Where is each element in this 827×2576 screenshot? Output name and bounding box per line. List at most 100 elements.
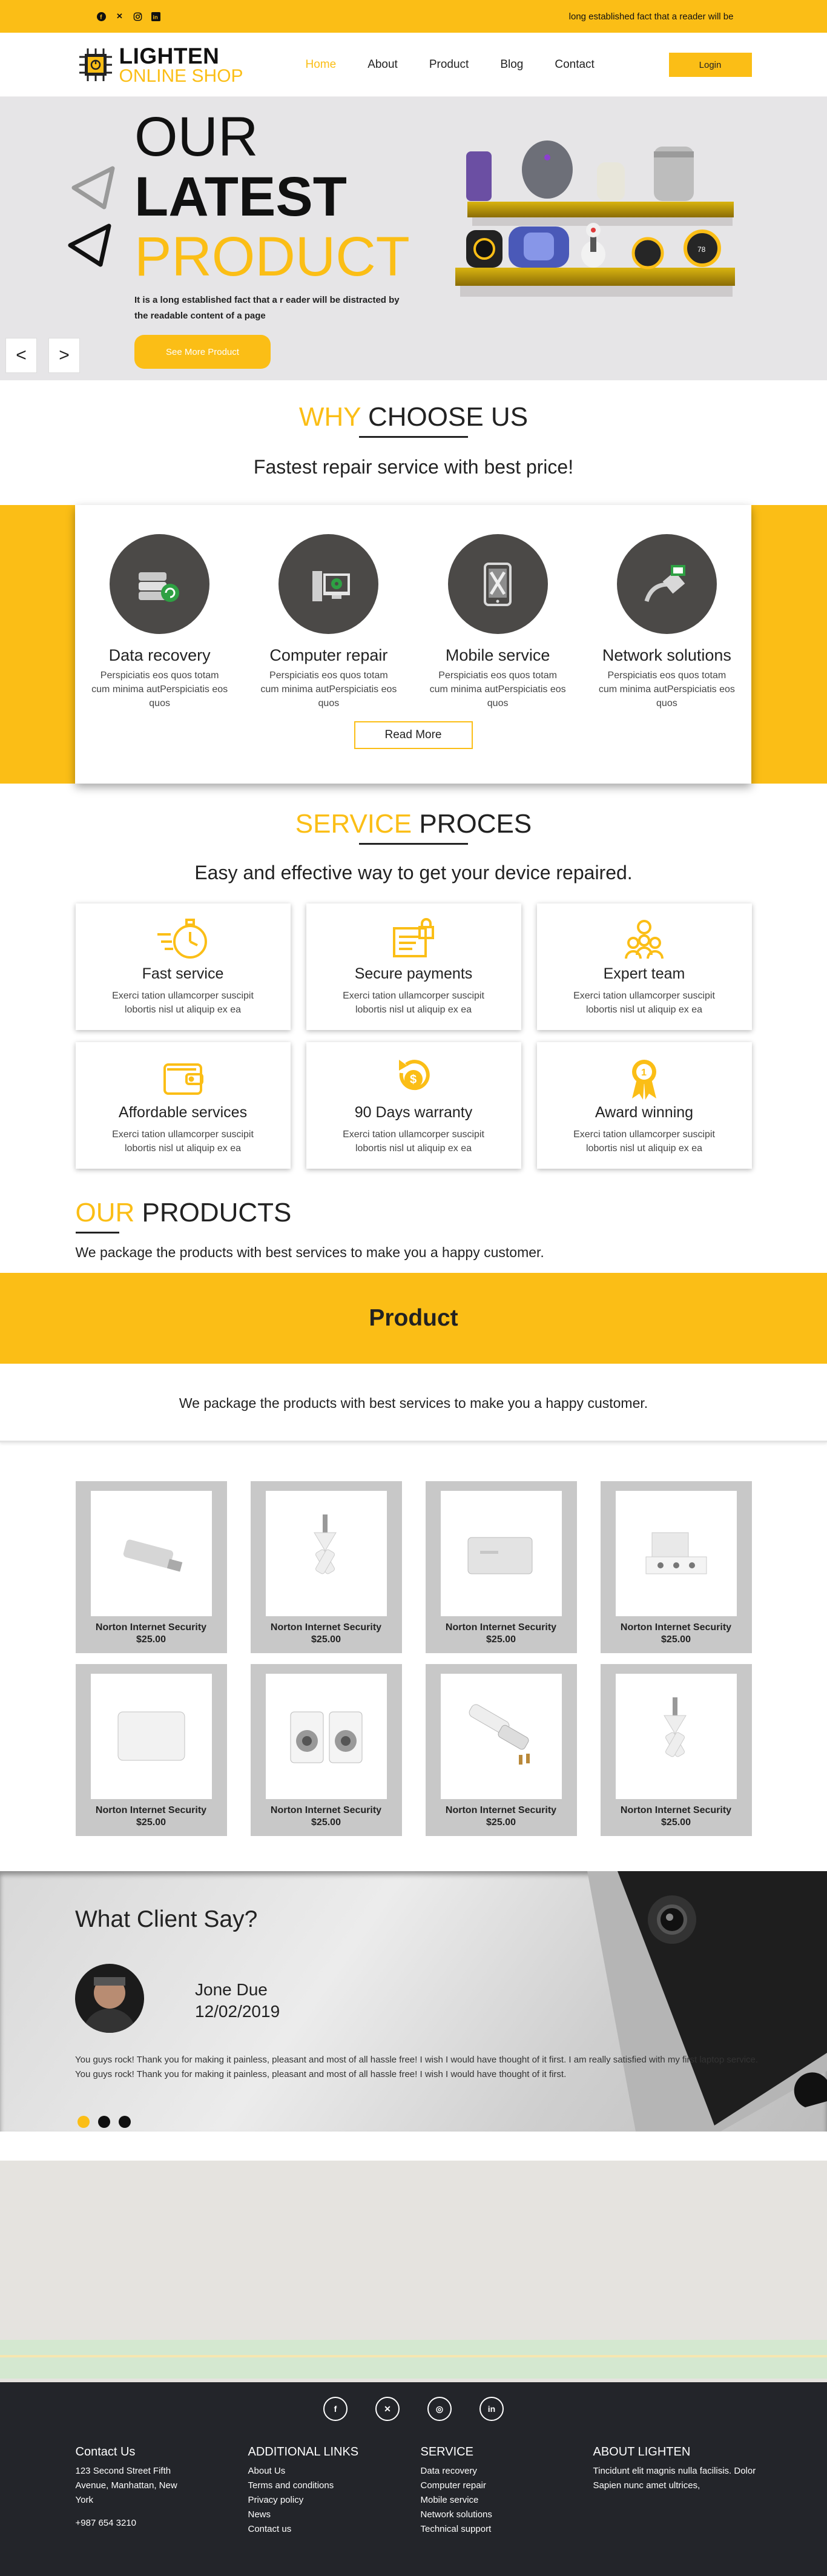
nav-about[interactable]: About: [367, 58, 398, 71]
process-title: Award winning: [595, 1104, 694, 1121]
footer-link[interactable]: About Us: [248, 2464, 421, 2479]
products-title: OUR PRODUCTS: [75, 1198, 752, 1234]
top-bar: f ✕ in long established fact that a read…: [0, 0, 827, 33]
hero-title-line1: OUR: [134, 106, 259, 168]
chevron-right-icon: >: [59, 345, 70, 365]
product-card[interactable]: Norton Internet Security $25.00: [425, 1481, 577, 1653]
process-card[interactable]: $ 90 Days warranty Exerci tation ullamco…: [306, 1042, 521, 1169]
proces-subtitle: Easy and effective way to get your devic…: [194, 862, 633, 883]
facebook-icon[interactable]: f: [323, 2397, 348, 2421]
footer-service-link[interactable]: Computer repair: [421, 2479, 593, 2493]
nav-product[interactable]: Product: [429, 58, 469, 71]
process-card[interactable]: Affordable services Exerci tation ullamc…: [75, 1042, 291, 1169]
product-name: Norton Internet Security: [95, 1805, 207, 1815]
service-title: Computer repair: [269, 646, 388, 664]
process-card[interactable]: Fast service Exerci tation ullamcorper s…: [75, 903, 291, 1030]
hero-description: It is a long established fact that a r e…: [134, 295, 400, 321]
location-map[interactable]: [0, 2161, 827, 2382]
process-card[interactable]: 1 Award winning Exerci tation ullamcorpe…: [536, 1042, 752, 1169]
client-date: 12/02/2019: [195, 2002, 280, 2021]
footer-service-column: SERVICE Data recovery Computer repair Mo…: [421, 2445, 593, 2537]
read-more-button[interactable]: Read More: [354, 721, 473, 749]
product-card[interactable]: Norton Internet Security $25.00: [75, 1481, 227, 1653]
smart-speakers-shelf-image: 78: [455, 140, 735, 297]
external-drive-icon: [90, 1674, 212, 1799]
usb-drive-icon: [90, 1491, 212, 1616]
footer-phone[interactable]: +987 654 3210: [76, 2516, 248, 2531]
footer-link[interactable]: Privacy policy: [248, 2493, 421, 2508]
footer-service-link[interactable]: Data recovery: [421, 2464, 593, 2479]
product-card[interactable]: Norton Internet Security $25.00: [250, 1481, 402, 1653]
process-text: Exerci tation ullamcorper suscipit lobor…: [112, 991, 254, 1015]
footer-service-link[interactable]: Mobile service: [421, 2493, 593, 2508]
nav-home[interactable]: Home: [306, 58, 337, 71]
title-underline: [358, 843, 468, 845]
slider-dot[interactable]: [119, 2116, 131, 2128]
svg-text:78: 78: [697, 245, 706, 254]
footer-link[interactable]: Contact us: [248, 2522, 421, 2537]
footer-address: 123 Second Street Fifth Avenue, Manhatta…: [75, 2466, 177, 2505]
footer-social-links: f ✕ ◎ in: [0, 2382, 827, 2421]
process-card[interactable]: Secure payments Exerci tation ullamcorpe…: [306, 903, 521, 1030]
service-text: Perspiciatis eos quos totam cum minima a…: [91, 670, 228, 708]
main-nav: Home About Product Blog Contact: [306, 58, 595, 71]
footer-contact-column: Contact Us 123 Second Street Fifth Avenu…: [76, 2445, 248, 2537]
login-button[interactable]: Login: [668, 53, 752, 77]
service-text: Perspiciatis eos quos totam cum minima a…: [429, 670, 566, 708]
hero-prev-arrow[interactable]: <: [5, 338, 37, 373]
svg-text:in: in: [153, 14, 158, 20]
service-title: Network solutions: [602, 646, 731, 664]
instagram-icon[interactable]: [133, 12, 143, 21]
testimonial-quote: You guys rock! Thank you for making it p…: [75, 2069, 567, 2079]
network-icon: [616, 534, 717, 634]
product-card[interactable]: Norton Internet Security $25.00: [75, 1664, 227, 1836]
brand-logo[interactable]: LIGHTEN ONLINE SHOP: [76, 45, 306, 85]
smartphone-background-image: [587, 1871, 827, 2132]
x-icon[interactable]: ✕: [115, 12, 125, 21]
service-text: Perspiciatis eos quos totam cum minima a…: [260, 670, 397, 708]
linkedin-icon[interactable]: in: [151, 12, 161, 21]
why-title-rest: CHOOSE US: [360, 402, 529, 432]
footer-service-link[interactable]: Technical support: [421, 2522, 593, 2537]
nav-blog[interactable]: Blog: [500, 58, 523, 71]
service-item[interactable]: Data recovery Perspiciatis eos quos tota…: [75, 534, 244, 710]
product-card[interactable]: Norton Internet Security $25.00: [600, 1664, 752, 1836]
product-card[interactable]: Norton Internet Security $25.00: [425, 1664, 577, 1836]
why-choose-us-section: WHY CHOOSE US Fastest repair service wit…: [0, 380, 827, 505]
products-title-accent: OUR: [75, 1198, 135, 1227]
facebook-icon[interactable]: f: [97, 12, 107, 21]
footer-link[interactable]: Terms and conditions: [248, 2479, 421, 2493]
product-band: Product: [0, 1273, 827, 1364]
process-card[interactable]: Expert team Exerci tation ullamcorper su…: [536, 903, 752, 1030]
linkedin-icon[interactable]: in: [479, 2397, 504, 2421]
products-title-rest: PRODUCTS: [134, 1198, 292, 1227]
site-header: LIGHTEN ONLINE SHOP Home About Product B…: [0, 33, 827, 97]
chip-logo-icon: [76, 45, 116, 85]
slider-dot[interactable]: [77, 2116, 90, 2128]
hero-next-arrow[interactable]: >: [48, 338, 80, 373]
service-text: Perspiciatis eos quos totam cum minima a…: [598, 670, 735, 708]
service-item[interactable]: Network solutions Perspiciatis eos quos …: [582, 534, 751, 710]
product-card[interactable]: Norton Internet Security $25.00: [250, 1664, 402, 1836]
service-title: Mobile service: [445, 646, 550, 664]
stopwatch-icon: [76, 914, 291, 964]
product-price: $25.00: [311, 1817, 341, 1828]
service-item[interactable]: Computer repair Perspiciatis eos quos to…: [244, 534, 413, 710]
product-card[interactable]: Norton Internet Security $25.00: [600, 1481, 752, 1653]
proces-title-rest: PROCES: [412, 809, 532, 839]
product-name: Norton Internet Security: [95, 1622, 207, 1633]
instagram-icon[interactable]: ◎: [427, 2397, 452, 2421]
footer-link[interactable]: News: [248, 2508, 421, 2522]
svg-text:f: f: [100, 14, 102, 21]
why-title-accent: WHY: [298, 402, 361, 432]
service-item[interactable]: Mobile service Perspiciatis eos quos tot…: [414, 534, 582, 710]
footer-service-link[interactable]: Network solutions: [421, 2508, 593, 2522]
client-name: Jone Due: [195, 1980, 268, 1999]
x-icon[interactable]: ✕: [375, 2397, 400, 2421]
slider-dot[interactable]: [98, 2116, 110, 2128]
hard-drive-icon: [440, 1491, 562, 1616]
product-price: $25.00: [486, 1817, 516, 1828]
see-more-product-button[interactable]: See More Product: [134, 335, 271, 369]
nav-contact[interactable]: Contact: [555, 58, 594, 71]
top-social-links: f ✕ in: [97, 12, 161, 21]
